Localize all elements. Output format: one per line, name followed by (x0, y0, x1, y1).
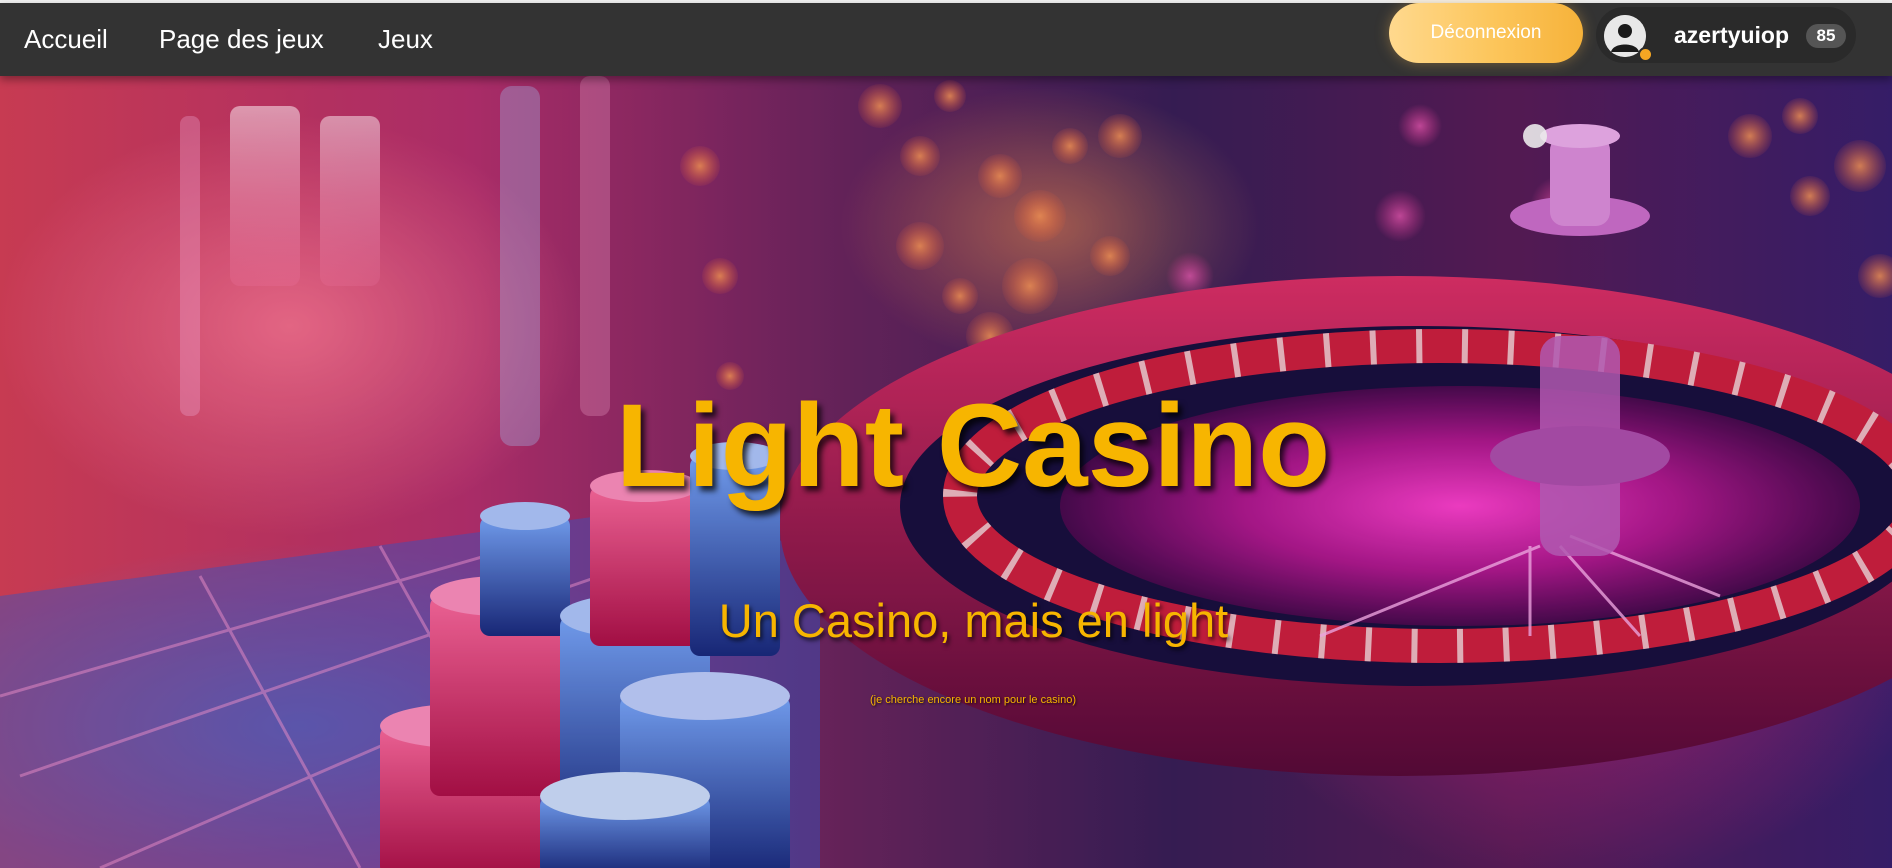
logout-button[interactable]: Déconnexion (1389, 3, 1583, 63)
username: azertyuiop (1674, 22, 1790, 48)
hero-banner: Light Casino Un Casino, mais en light (j… (0, 76, 1892, 868)
nav-link-jeux[interactable]: Jeux (378, 23, 433, 55)
user-profile-chip[interactable]: azertyuiop 85 (1596, 7, 1856, 63)
hero-title: Light Casino (615, 380, 1331, 512)
navbar: Accueil Page des jeux Jeux Déconnexion a… (0, 3, 1892, 76)
count-badge: 85 (1806, 24, 1846, 48)
nav-link-accueil[interactable]: Accueil (24, 23, 108, 55)
hero-note: (je cherche encore un nom pour le casino… (869, 694, 1077, 706)
hero-subtitle: Un Casino, mais en light (718, 594, 1229, 647)
nav-link-page-des-jeux[interactable]: Page des jeux (159, 23, 324, 55)
status-dot-icon (1638, 47, 1653, 62)
